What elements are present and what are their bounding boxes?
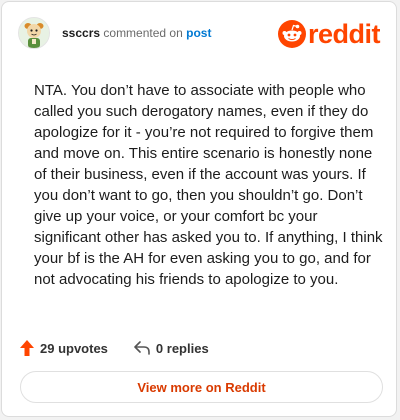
upvote-arrow-icon <box>20 340 34 356</box>
reply-arrow-icon <box>134 341 150 355</box>
view-more-on-reddit-button[interactable]: View more on Reddit <box>20 371 383 403</box>
replies-count: 0 replies <box>155 340 209 356</box>
upvotes-button[interactable]: 29 upvotes <box>20 340 108 356</box>
reddit-snoo-icon <box>277 20 306 48</box>
comment-actions: 29 upvotes 0 replies <box>20 340 209 356</box>
comment-body: NTA. You don’t have to associate with pe… <box>34 82 383 288</box>
upvotes-count: 29 upvotes <box>40 340 108 356</box>
user-avatar[interactable] <box>18 17 50 49</box>
comment-embed-card: ssccrs commented on post reddit NTA. You… <box>1 1 397 417</box>
commented-on-text: commented on <box>103 26 183 40</box>
snoo-avatar-icon <box>19 18 49 48</box>
comment-header: ssccrs commented on post <box>62 26 211 40</box>
reddit-wordmark: reddit <box>307 19 381 49</box>
post-link[interactable]: post <box>186 26 211 40</box>
replies-button[interactable]: 0 replies <box>134 341 209 356</box>
reddit-logo[interactable]: reddit <box>277 19 381 49</box>
username-link[interactable]: ssccrs <box>62 26 100 40</box>
